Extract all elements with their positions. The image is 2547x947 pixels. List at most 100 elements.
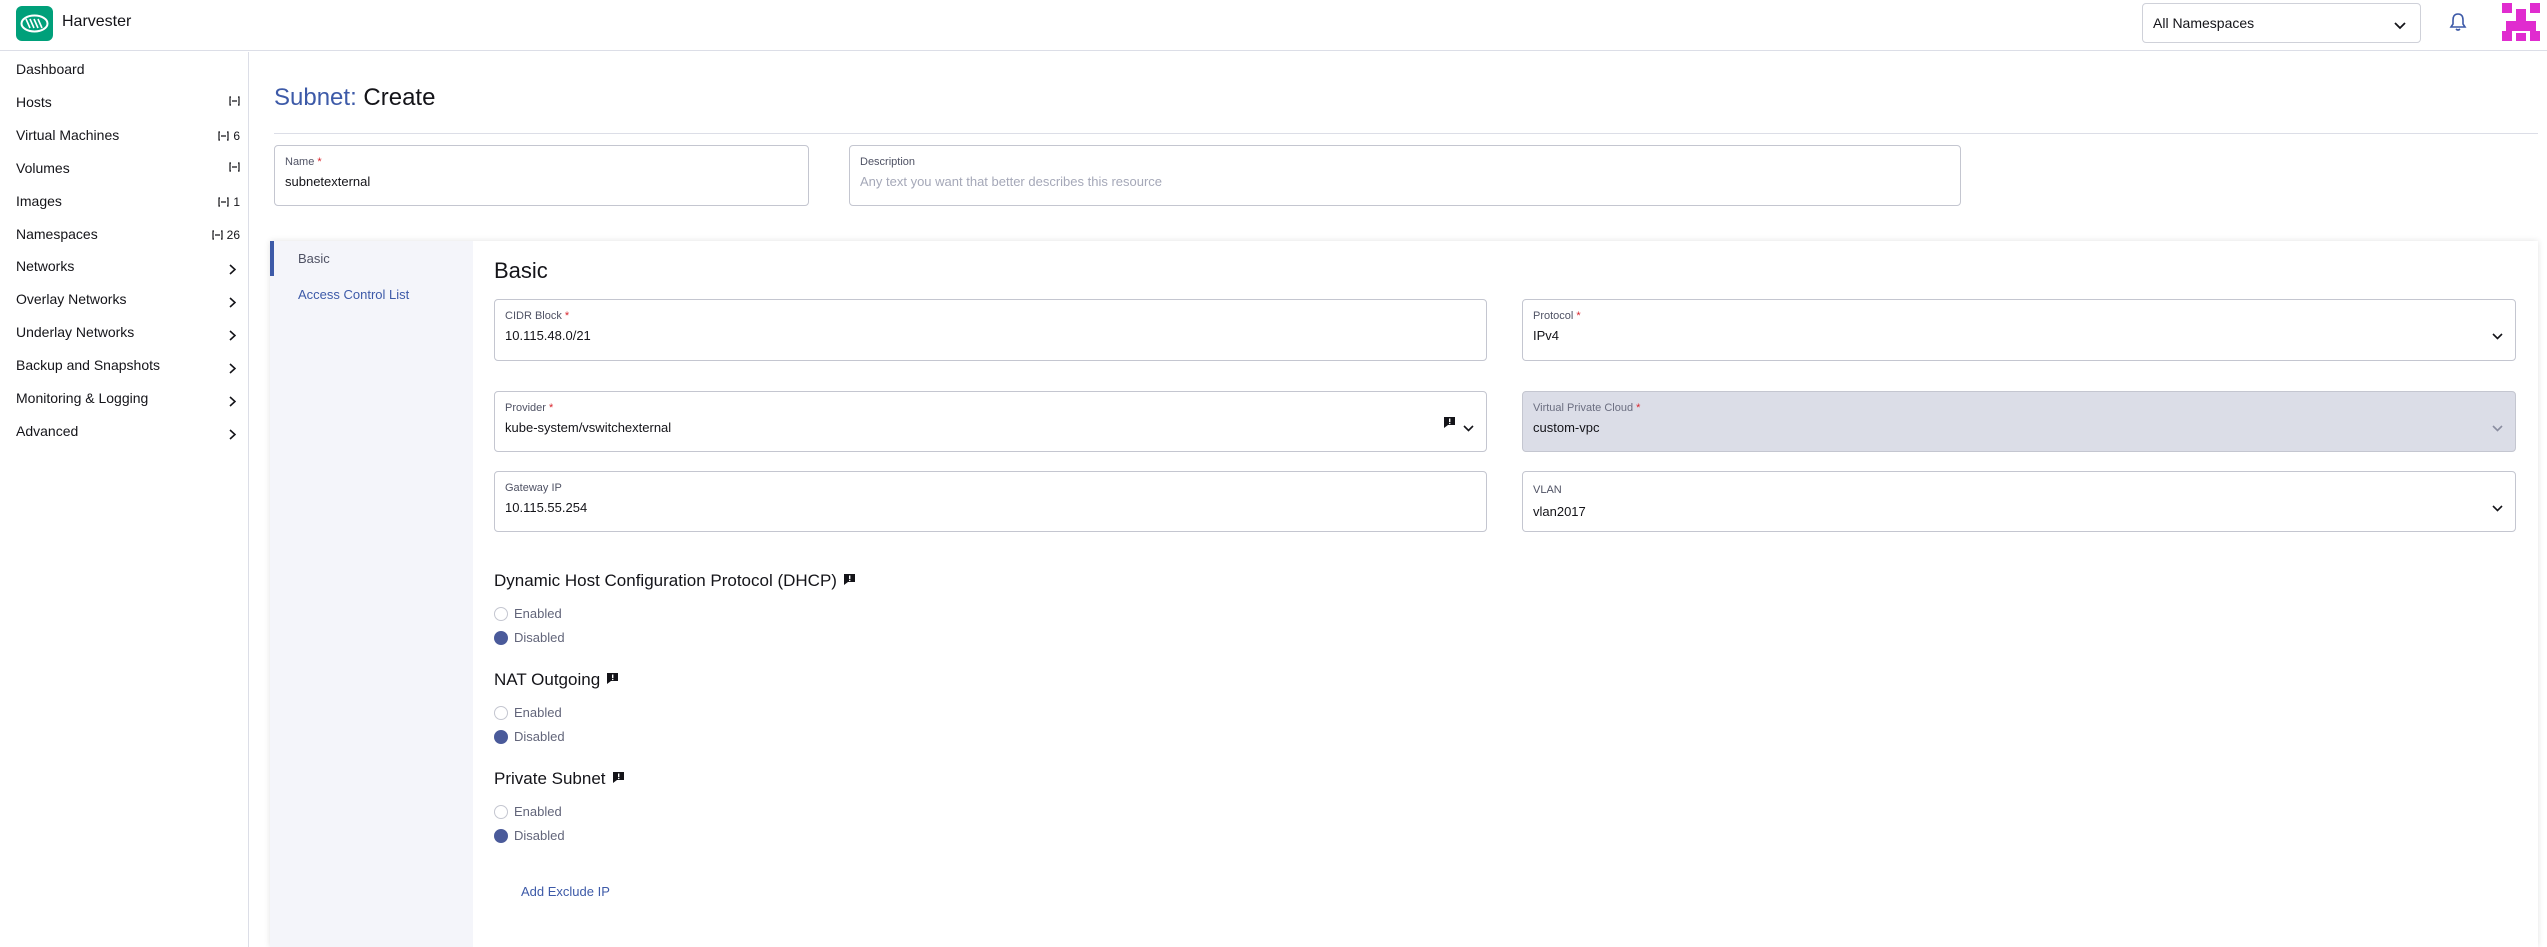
app-name: Harvester [62, 13, 132, 30]
private-enabled-radio[interactable]: Enabled [494, 804, 562, 819]
radio-label: Disabled [514, 729, 565, 744]
cidr-block-label: CIDR Block [505, 310, 562, 322]
badge-icon [212, 230, 223, 240]
page-title-text: Create [363, 84, 436, 111]
name-field-value: subnetexternal [285, 174, 371, 189]
user-avatar-icon[interactable] [2502, 3, 2540, 41]
info-icon[interactable] [1443, 416, 1456, 434]
breadcrumb[interactable]: Subnet: [274, 84, 357, 111]
dhcp-disabled-radio[interactable]: Disabled [494, 630, 565, 645]
radio-label: Disabled [514, 630, 565, 645]
sidebar-item-label: Monitoring & Logging [16, 390, 149, 406]
tab-access-control-list[interactable]: Access Control List [298, 287, 409, 302]
bell-icon[interactable] [2449, 12, 2467, 37]
provider-select[interactable]: Provider * kube-system/vswitchexternal [494, 391, 1487, 452]
sidebar-item-label: Volumes [16, 160, 70, 176]
cidr-block-value: 10.115.48.0/21 [505, 328, 591, 343]
badge-icon [218, 131, 229, 141]
sidebar-item-label: Images [16, 193, 62, 209]
dhcp-enabled-radio[interactable]: Enabled [494, 606, 562, 621]
badge-icon [229, 162, 240, 172]
provider-label: Provider [505, 402, 546, 414]
protocol-select[interactable]: Protocol * IPv4 [1522, 299, 2516, 361]
sidebar-item-advanced[interactable]: Advanced [16, 423, 240, 443]
chevron-right-icon [229, 262, 237, 278]
badge-icon [229, 96, 240, 106]
provider-value: kube-system/vswitchexternal [505, 420, 672, 435]
chevron-right-icon [229, 361, 237, 377]
radio-label: Enabled [514, 705, 562, 720]
gateway-ip-field[interactable]: Gateway IP 10.115.55.254 [494, 471, 1487, 532]
description-field[interactable]: Description Any text you want that bette… [849, 145, 1961, 206]
sidebar-item-label: Dashboard [16, 61, 85, 77]
radio-label: Disabled [514, 828, 565, 843]
sidebar-item-overlay-networks[interactable]: Overlay Networks [16, 291, 240, 311]
namespace-select[interactable]: All Namespaces [2142, 3, 2421, 43]
gateway-ip-label: Gateway IP [505, 482, 562, 494]
active-tab-indicator [270, 241, 274, 276]
top-header: Harvester All Namespaces [0, 0, 2547, 51]
nat-heading-text: NAT Outgoing [494, 670, 601, 689]
add-exclude-ip-button[interactable]: Add Exclude IP [521, 884, 610, 899]
sidebar-item-hosts[interactable]: Hosts [16, 94, 240, 114]
name-field[interactable]: Name * subnetexternal [274, 145, 809, 206]
description-field-label: Description [860, 156, 916, 168]
sidebar-item-images[interactable]: Images 1 [16, 193, 240, 213]
sidebar-item-virtual-machines[interactable]: Virtual Machines 6 [16, 127, 240, 147]
sidebar-item-label: Backup and Snapshots [16, 357, 160, 373]
chevron-down-icon [2492, 499, 2503, 517]
sidebar-item-networks[interactable]: Networks [16, 258, 240, 278]
sidebar-item-namespaces[interactable]: Namespaces 26 [16, 226, 240, 246]
sidebar-item-dashboard[interactable]: Dashboard [16, 61, 240, 81]
sidebar-item-count: 6 [233, 129, 240, 143]
radio-label: Enabled [514, 804, 562, 819]
radio-circle-selected [494, 828, 508, 843]
chevron-right-icon [229, 328, 237, 344]
sidebar-item-label: Namespaces [16, 226, 98, 242]
cidr-block-field[interactable]: CIDR Block * 10.115.48.0/21 [494, 299, 1487, 361]
private-heading-text: Private Subnet [494, 769, 606, 788]
virtual-private-cloud-select: Virtual Private Cloud * custom-vpc [1522, 391, 2516, 452]
private-disabled-radio[interactable]: Disabled [494, 828, 565, 843]
sidebar-item-count: 26 [226, 228, 240, 242]
gateway-ip-value: 10.115.55.254 [505, 500, 588, 515]
chevron-right-icon [229, 427, 237, 443]
sidebar-item-label: Overlay Networks [16, 291, 127, 307]
nat-enabled-radio[interactable]: Enabled [494, 705, 562, 720]
radio-circle-selected [494, 630, 508, 645]
radio-label: Enabled [514, 606, 562, 621]
sidebar-item-backup-and-snapshots[interactable]: Backup and Snapshots [16, 357, 240, 377]
dhcp-heading-text: Dynamic Host Configuration Protocol (DHC… [494, 571, 837, 590]
sidebar-item-monitoring-logging[interactable]: Monitoring & Logging [16, 390, 240, 410]
chevron-down-icon [2492, 419, 2503, 437]
tab-basic[interactable]: Basic [298, 251, 330, 266]
sidebar-item-label: Advanced [16, 423, 79, 439]
chevron-down-icon [2394, 17, 2406, 33]
vlan-select[interactable]: VLAN vlan2017 [1522, 471, 2516, 532]
private-subnet-heading: Private Subnet [494, 769, 625, 789]
protocol-label: Protocol [1533, 310, 1574, 322]
sidebar-item-volumes[interactable]: Volumes [16, 160, 240, 180]
radio-circle-selected [494, 729, 508, 744]
namespace-select-value: All Namespaces [2153, 15, 2255, 31]
vpc-label: Virtual Private Cloud [1533, 402, 1634, 414]
basic-heading: Basic [494, 258, 548, 283]
chevron-right-icon [229, 394, 237, 410]
radio-circle [494, 705, 508, 720]
sidebar-item-underlay-networks[interactable]: Underlay Networks [16, 324, 240, 344]
nat-disabled-radio[interactable]: Disabled [494, 729, 565, 744]
radio-circle [494, 804, 508, 819]
info-icon[interactable] [843, 571, 856, 591]
dhcp-heading: Dynamic Host Configuration Protocol (DHC… [494, 571, 856, 591]
chevron-down-icon [2492, 327, 2503, 345]
nat-outgoing-heading: NAT Outgoing [494, 670, 619, 690]
vertical-tabs: Basic Access Control List [270, 241, 473, 947]
vpc-value: custom-vpc [1533, 420, 1600, 435]
radio-circle [494, 606, 508, 621]
vlan-value: vlan2017 [1533, 504, 1586, 519]
info-icon[interactable] [606, 670, 619, 690]
info-icon[interactable] [612, 769, 625, 789]
description-field-placeholder: Any text you want that better describes … [860, 174, 1163, 189]
sidebar: Dashboard Hosts Virtual Machines 6 Volum… [0, 52, 249, 947]
harvester-logo-icon[interactable] [16, 6, 53, 41]
